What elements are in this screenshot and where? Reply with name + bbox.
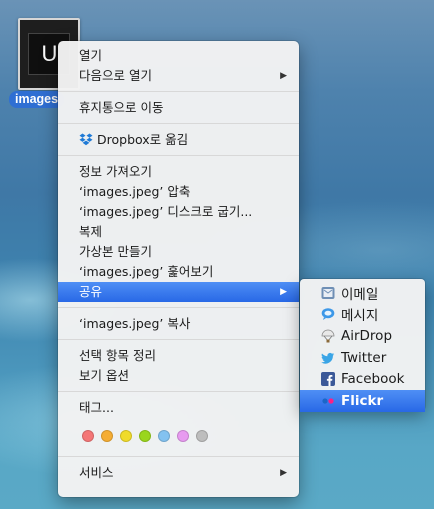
share-submenu: 이메일메시지 AirDrop Twitter Facebook Flickr (300, 279, 425, 412)
tag-purple-dot[interactable] (177, 430, 189, 442)
mail-icon (321, 286, 335, 300)
menu-item-3-5[interactable]: ‘images.jpeg’ 훑어보기 (58, 262, 299, 282)
menu-item-label: 정보 가져오기 (79, 164, 152, 179)
menu-item-5-1[interactable]: 보기 옵션 (58, 366, 299, 386)
submenu-arrow-icon: ▶ (280, 468, 287, 478)
menu-item-3-3[interactable]: 복제 (58, 222, 299, 242)
menu-item-services[interactable]: 서비스 ▶ (58, 463, 299, 483)
submenu-arrow-icon: ▶ (280, 71, 287, 81)
menu-item-label: Dropbox로 옮김 (97, 132, 189, 147)
menu-separator (58, 123, 299, 124)
context-menu: 열기다음으로 열기 ▶ 휴지통으로 이동 Dropbox로 옮김정보 가져오기 ‘ima… (58, 41, 299, 497)
menu-item-label: 서비스 (79, 465, 114, 480)
menu-item-label: ‘images.jpeg’ 압축 (79, 184, 191, 199)
tag-gray-dot[interactable] (196, 430, 208, 442)
menu-item-label: 가상본 만들기 (79, 244, 152, 259)
share-item-airdrop[interactable]: AirDrop (300, 325, 425, 347)
tag-color-picker (58, 421, 299, 451)
share-item-label: 메시지 (341, 308, 379, 325)
dropbox-icon (79, 133, 93, 146)
flickr-icon (321, 394, 335, 408)
airdrop-icon (321, 329, 335, 343)
tag-yellow-dot[interactable] (120, 430, 132, 442)
menu-item-0-1[interactable]: 다음으로 열기 ▶ (58, 66, 299, 86)
menu-item-2-0[interactable]: Dropbox로 옮김 (58, 130, 299, 150)
share-item-label: Flickr (341, 392, 384, 409)
menu-item-label: 태그... (79, 400, 114, 415)
menu-item-3-6[interactable]: 공유 ▶ (58, 282, 299, 302)
tag-red-dot[interactable] (82, 430, 94, 442)
menu-separator (58, 456, 299, 457)
menu-item-3-0[interactable]: 정보 가져오기 (58, 162, 299, 182)
menu-item-1-0[interactable]: 휴지통으로 이동 (58, 98, 299, 118)
menu-separator (58, 339, 299, 340)
menu-item-label: 열기 (79, 48, 103, 63)
menu-item-label: ‘images.jpeg’ 디스크로 굽기... (79, 204, 253, 219)
twitter-icon (321, 351, 335, 365)
menu-item-5-0[interactable]: 선택 항목 정리 (58, 346, 299, 366)
share-item-label: 이메일 (341, 286, 379, 303)
tag-orange-dot[interactable] (101, 430, 113, 442)
menu-item-tags[interactable]: 태그... (58, 398, 299, 418)
share-item-messages[interactable]: 메시지 (300, 304, 425, 326)
menu-separator (58, 91, 299, 92)
share-item-mail[interactable]: 이메일 (300, 282, 425, 304)
menu-item-label: ‘images.jpeg’ 훑어보기 (79, 264, 214, 279)
share-item-flickr[interactable]: Flickr (300, 389, 425, 412)
share-item-label: Facebook (341, 371, 405, 388)
menu-separator (58, 391, 299, 392)
share-item-label: AirDrop (341, 327, 393, 344)
menu-item-label: 선택 항목 정리 (79, 348, 156, 363)
messages-icon (321, 307, 335, 321)
menu-item-0-0[interactable]: 열기 (58, 46, 299, 66)
menu-item-3-1[interactable]: ‘images.jpeg’ 압축 (58, 182, 299, 202)
menu-item-3-4[interactable]: 가상본 만들기 (58, 242, 299, 262)
menu-separator (58, 155, 299, 156)
file-name-label[interactable]: images (9, 91, 65, 108)
share-item-twitter[interactable]: Twitter (300, 347, 425, 369)
menu-item-label: 보기 옵션 (79, 368, 129, 383)
menu-item-label: ‘images.jpeg’ 복사 (79, 316, 191, 331)
share-item-label: Twitter (341, 349, 387, 366)
menu-item-4-0[interactable]: ‘images.jpeg’ 복사 (58, 314, 299, 334)
menu-item-label: 다음으로 열기 (79, 68, 152, 83)
tag-green-dot[interactable] (139, 430, 151, 442)
share-item-facebook[interactable]: Facebook (300, 368, 425, 390)
menu-item-label: 휴지통으로 이동 (79, 100, 164, 115)
submenu-arrow-icon: ▶ (280, 287, 287, 297)
menu-item-label: 복제 (79, 224, 103, 239)
context-menu-items: 열기다음으로 열기 ▶ 휴지통으로 이동 Dropbox로 옮김정보 가져오기 ‘ima… (58, 41, 299, 483)
menu-item-label: 공유 (79, 284, 103, 299)
tag-blue-dot[interactable] (158, 430, 170, 442)
facebook-icon (321, 372, 335, 387)
menu-item-3-2[interactable]: ‘images.jpeg’ 디스크로 굽기... (58, 202, 299, 222)
menu-separator (58, 307, 299, 308)
